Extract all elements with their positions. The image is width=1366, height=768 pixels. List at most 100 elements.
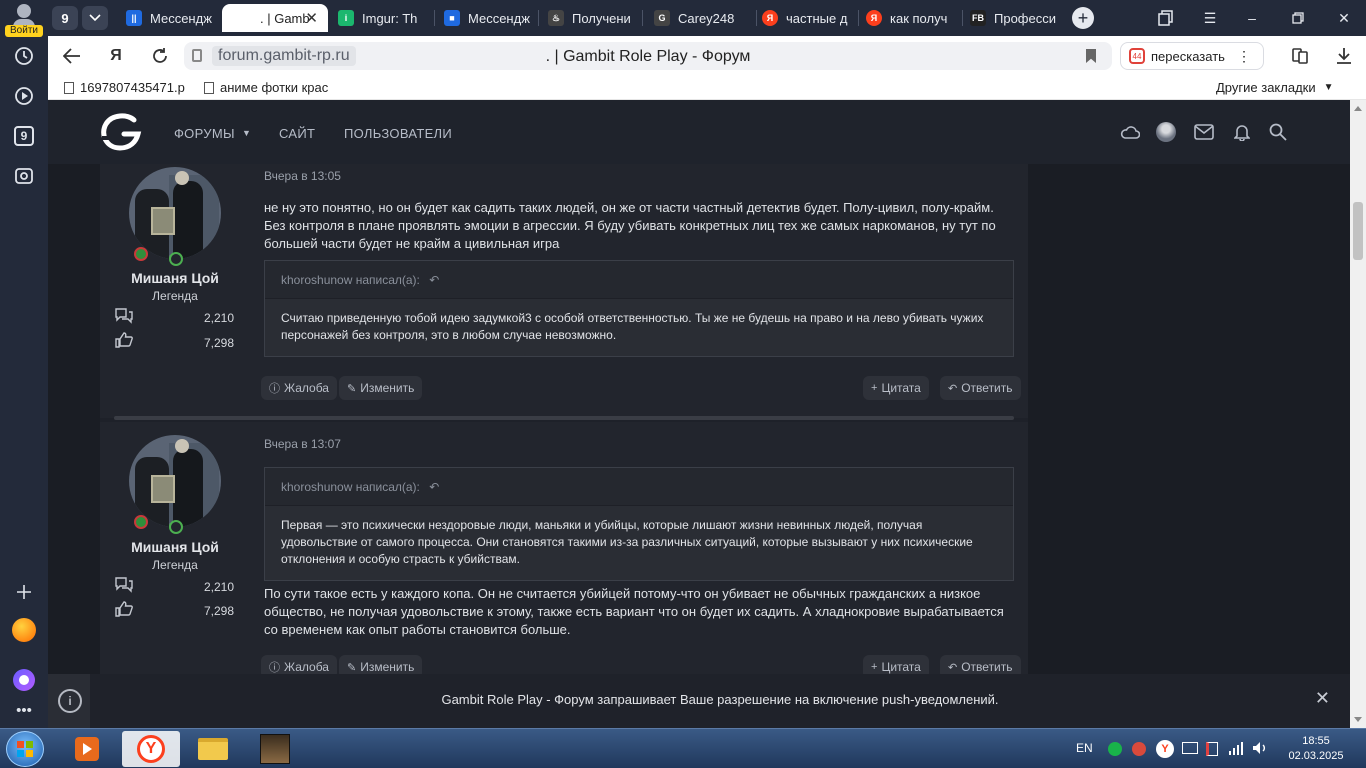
report-button[interactable]: ⓘ Жалоба <box>261 376 337 400</box>
quote-header[interactable]: khoroshunow написал(а): ↶ <box>265 261 1013 299</box>
tab-counter[interactable]: 9 <box>52 6 78 30</box>
screenshot-icon[interactable] <box>12 164 36 188</box>
user-avatar[interactable] <box>129 435 221 527</box>
close-icon[interactable]: ✕ <box>1315 688 1330 709</box>
chevron-down-icon[interactable] <box>82 6 108 30</box>
network-icon[interactable] <box>1228 741 1244 758</box>
chevron-down-icon: ▼ <box>1323 82 1334 93</box>
scroll-down-icon[interactable] <box>1354 717 1362 722</box>
tab-messenger-2[interactable]: ■ Мессендж <box>444 4 532 32</box>
language-indicator[interactable]: EN <box>1076 741 1093 755</box>
collections-icon[interactable] <box>1156 8 1176 28</box>
history-icon[interactable] <box>12 44 36 68</box>
scroll-up-icon[interactable] <box>1354 106 1362 111</box>
tab-yandex-search-2[interactable]: Я как получ <box>866 4 956 32</box>
plus-icon: + <box>871 382 878 394</box>
quote-header[interactable]: khoroshunow написал(а): ↶ <box>265 468 1013 506</box>
alice-icon[interactable] <box>12 668 36 692</box>
scrollbar-thumb[interactable] <box>1353 202 1363 260</box>
username[interactable]: Мишаня Цой <box>100 539 250 555</box>
tab-imgur[interactable]: i Imgur: Th <box>338 4 428 32</box>
post-date[interactable]: Вчера в 13:05 <box>264 169 341 183</box>
yandex-tray-icon[interactable]: Y <box>1156 740 1174 758</box>
messages-count: 2,210 <box>203 311 234 325</box>
tab-professional[interactable]: FB Професси <box>970 4 1060 32</box>
tab-yandex-search-1[interactable]: Я частные д <box>762 4 854 32</box>
bookmark-item[interactable]: 1697807435471.p <box>64 80 188 95</box>
nav-site[interactable]: САЙТ <box>279 126 315 141</box>
close-tab-icon[interactable]: ✕ <box>305 9 318 27</box>
post-text: не ну это понятно, но он будет как садит… <box>264 200 996 251</box>
tray-app-icon[interactable] <box>1132 742 1146 756</box>
tray-app-icon[interactable] <box>1108 742 1122 756</box>
nav-forums[interactable]: ФОРУМЫ <box>174 126 235 141</box>
messages-icon <box>115 577 133 593</box>
minimize-icon[interactable]: – <box>1242 8 1262 28</box>
retell-button[interactable]: 44 пересказать ⋮ <box>1120 42 1264 70</box>
flag-tray-icon[interactable] <box>1206 742 1218 756</box>
bell-icon[interactable] <box>1232 122 1252 142</box>
gambit-logo[interactable] <box>100 112 144 152</box>
bookmark-item[interactable]: аниме фотки крас <box>204 80 332 95</box>
post-date[interactable]: Вчера в 13:07 <box>264 437 341 451</box>
add-icon[interactable] <box>12 580 36 604</box>
document-icon <box>204 81 214 94</box>
menu-icon[interactable]: ☰ <box>1200 8 1220 28</box>
tab-carey[interactable]: G Carey248 <box>654 4 750 32</box>
cloud-icon[interactable] <box>1120 122 1140 142</box>
tab-messenger[interactable]: || Мессендж <box>126 4 214 32</box>
clock-time: 18:55 <box>1302 735 1330 747</box>
post: Мишаня Цой Легенда 2,210 7,298 Вчера в 1… <box>100 164 1028 418</box>
login-button[interactable]: Войти <box>5 4 43 37</box>
other-bookmarks[interactable]: Другие закладки ▼ <box>1216 80 1334 95</box>
reply-arrow-icon: ↶ <box>429 273 440 287</box>
online-status-icon <box>169 252 183 266</box>
tab-gambit[interactable]: . | Gamb ✕ <box>222 4 328 32</box>
user-rank: Легенда <box>152 558 198 572</box>
clock-date: 02.03.2025 <box>1288 750 1344 762</box>
yandex-home-icon[interactable]: Я <box>104 44 128 68</box>
nav-users[interactable]: ПОЛЬЗОВАТЕЛИ <box>344 126 452 141</box>
edit-button[interactable]: ✎ Изменить <box>339 376 423 400</box>
document-icon <box>64 81 74 94</box>
media-player-icon[interactable] <box>58 731 116 767</box>
system-clock[interactable]: 18:55 02.03.2025 <box>1276 734 1356 764</box>
game-icon[interactable] <box>246 731 304 767</box>
close-window-icon[interactable]: ✕ <box>1334 8 1354 28</box>
tab-receive[interactable]: ♨ Получени <box>548 4 636 32</box>
page-scrollbar[interactable] <box>1350 100 1366 728</box>
avatar[interactable] <box>1156 122 1176 142</box>
url-field[interactable]: forum.gambit-rp.ru . | Gambit Role Play … <box>184 42 1112 70</box>
info-icon[interactable]: i <box>58 689 82 713</box>
post-text: По сути такое есть у каждого копа. Он не… <box>264 586 1004 637</box>
mail-icon[interactable] <box>1194 122 1214 142</box>
restore-icon[interactable] <box>1288 8 1308 28</box>
imgur-icon: i <box>338 10 354 26</box>
download-icon[interactable] <box>1332 44 1356 68</box>
back-icon[interactable] <box>60 44 84 68</box>
reload-icon[interactable] <box>148 44 172 68</box>
extensions-icon[interactable] <box>1288 44 1312 68</box>
yandex-browser-icon[interactable]: Y <box>122 731 180 767</box>
more-icon[interactable]: ••• <box>12 698 36 722</box>
new-tab-icon[interactable]: + <box>1072 7 1094 29</box>
volume-icon[interactable] <box>1252 741 1268 758</box>
site-icon: ♨ <box>548 10 564 26</box>
file-explorer-icon[interactable] <box>184 731 242 767</box>
display-icon[interactable] <box>1182 742 1198 754</box>
online-status-icon <box>169 520 183 534</box>
workspace-9-icon[interactable]: 9 <box>12 124 36 148</box>
more-vertical-icon[interactable]: ⋮ <box>1237 48 1251 65</box>
profile-icon <box>17 4 31 18</box>
mail-app-icon[interactable] <box>12 618 36 642</box>
username[interactable]: Мишаня Цой <box>100 270 250 286</box>
reply-button[interactable]: ↶ Ответить <box>940 376 1021 400</box>
chevron-down-icon[interactable]: ▼ <box>242 128 251 138</box>
post-divider <box>114 416 1014 420</box>
search-icon[interactable] <box>1268 122 1288 142</box>
user-avatar[interactable] <box>129 167 221 259</box>
start-button[interactable] <box>6 731 44 767</box>
quote-button[interactable]: + Цитата <box>863 376 929 400</box>
reply-icon: ↶ <box>948 661 958 674</box>
play-icon[interactable] <box>12 84 36 108</box>
